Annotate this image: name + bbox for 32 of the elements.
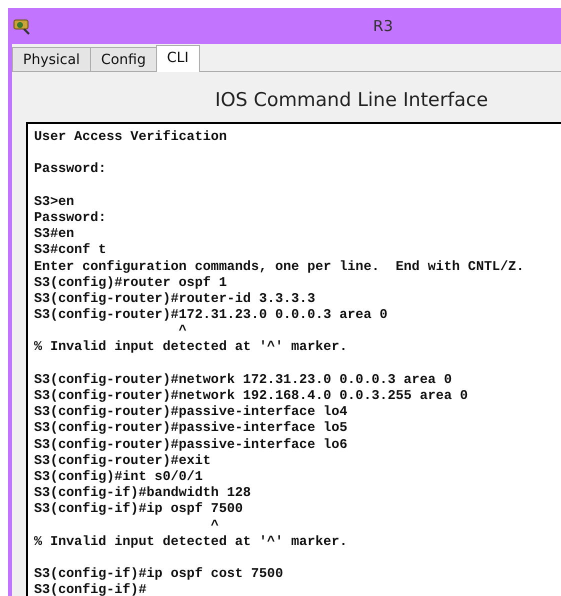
console-line: S3(config-router)#172.31.23.0 0.0.0.3 area 0 bbox=[34, 308, 388, 324]
console-line: S3(config-if)#ip ospf 7500 bbox=[34, 502, 243, 518]
tab[interactable]: Config bbox=[90, 47, 157, 71]
console-line: Enter configuration commands, one per line. End with CNTL/Z. bbox=[34, 260, 524, 274]
console-line: S3(config)#router ospf 1 bbox=[34, 276, 227, 291]
console-line: % Invalid input detected at '^' marker. bbox=[34, 534, 348, 550]
console-line: S3#en bbox=[34, 227, 74, 242]
console-line: S3>en bbox=[34, 194, 74, 210]
console-line: % Invalid input detected at '^' marker. bbox=[34, 340, 348, 356]
console-line: S3(config-if)# bbox=[34, 583, 146, 596]
console-line: S3(config-router)#router-id 3.3.3.3 bbox=[34, 292, 316, 307]
console-line: S3#conf t bbox=[34, 243, 106, 258]
console-line: S3(config-router)#passive-interface lo6 bbox=[34, 438, 348, 453]
console-line: S3(config-router)#passive-interface lo5 bbox=[34, 421, 348, 436]
console-line: ^ bbox=[210, 518, 219, 534]
tab[interactable]: Physical bbox=[12, 47, 91, 71]
console-line: S3(config-router)#network 192.168.4.0 0.0.3.255 area 0 bbox=[34, 389, 468, 404]
console-line: ^ bbox=[178, 324, 187, 340]
console-line: S3(config-router)#passive-interface lo4 bbox=[34, 405, 348, 420]
console-line: User Access Verification bbox=[34, 130, 227, 145]
window-title: R3 bbox=[372, 16, 394, 37]
console-line: Password: bbox=[34, 162, 106, 178]
console-line: S3(config-if)#ip ospf cost 7500 bbox=[34, 567, 284, 582]
console-line: S3(config)#int s0/0/1 bbox=[34, 470, 203, 485]
tab[interactable]: CLI bbox=[156, 45, 200, 72]
console-line: Password: bbox=[34, 210, 106, 226]
device-icon bbox=[12, 17, 32, 35]
console-line: S3(config-router)#exit bbox=[34, 454, 211, 469]
panel-heading: IOS Command Line Interface bbox=[214, 89, 488, 111]
terminal-console[interactable] bbox=[26, 122, 561, 596]
console-line: S3(config-router)#network 172.31.23.0 0.0.0.3 area 0 bbox=[34, 372, 452, 388]
console-line: S3(config-if)#bandwidth 128 bbox=[34, 486, 251, 502]
